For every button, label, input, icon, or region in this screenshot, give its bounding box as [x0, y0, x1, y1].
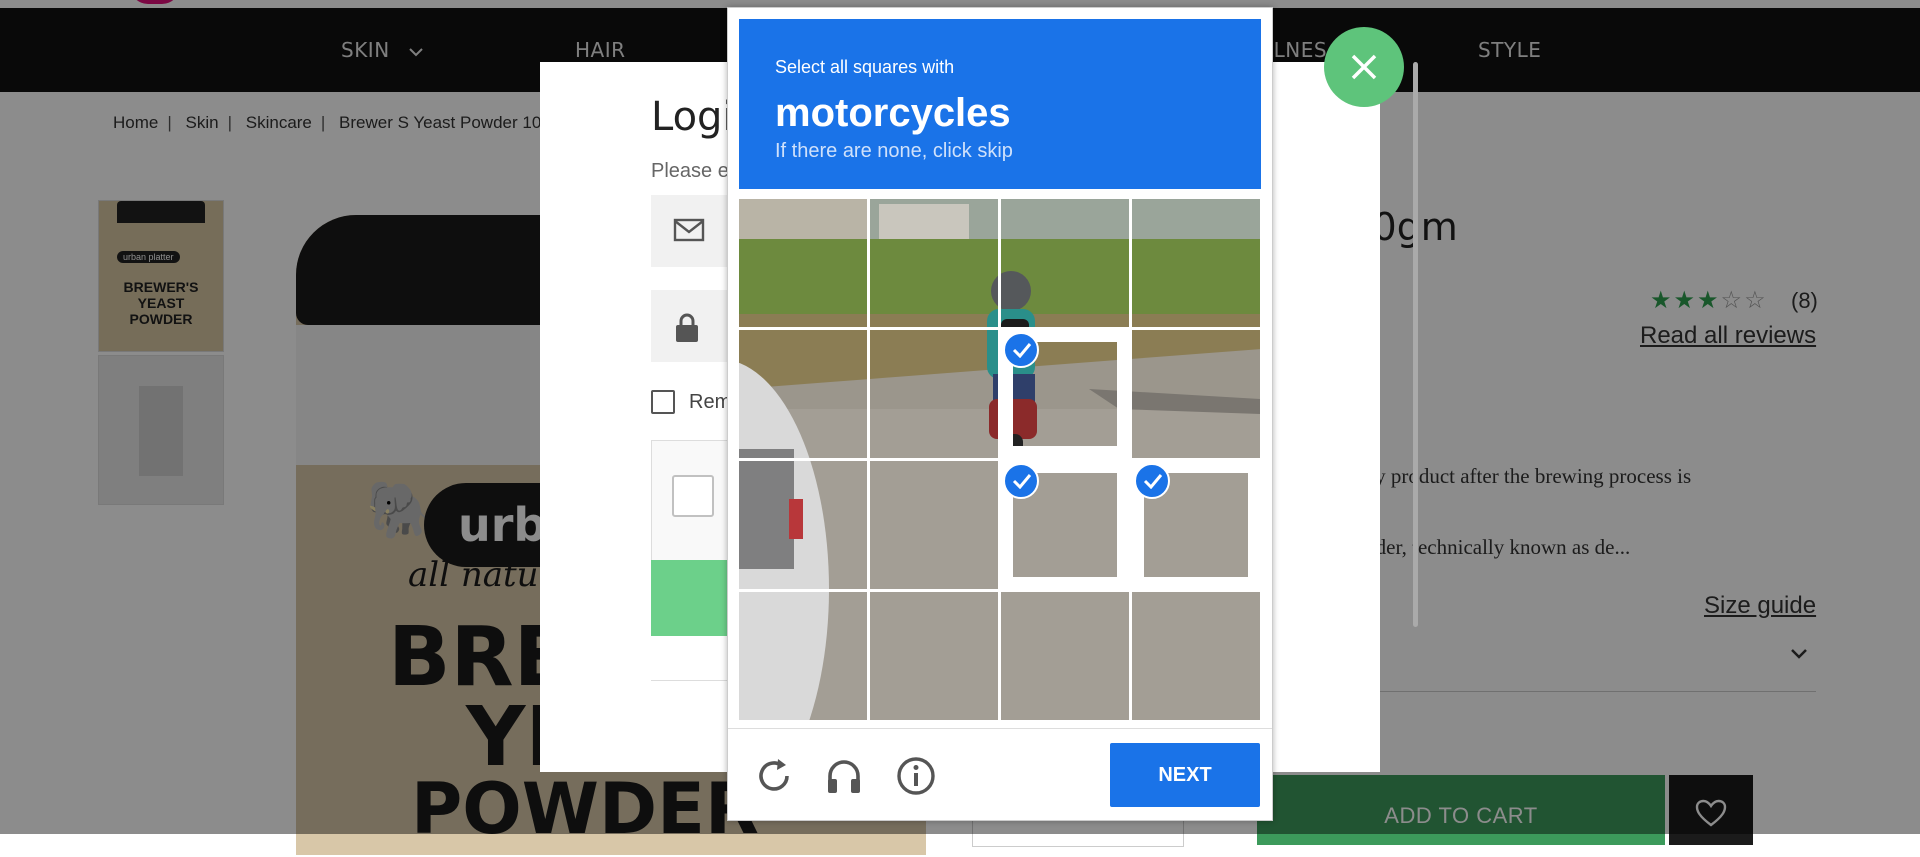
modal-scrollbar[interactable]: [1413, 62, 1418, 627]
close-button[interactable]: [1324, 27, 1404, 107]
captcha-target: motorcycles: [775, 91, 1011, 135]
next-button[interactable]: NEXT: [1110, 743, 1260, 807]
reload-icon[interactable]: [754, 756, 794, 796]
captcha-tile[interactable]: [1132, 592, 1260, 720]
captcha-tile[interactable]: [1132, 330, 1260, 458]
remember-me[interactable]: Rem: [651, 390, 731, 414]
login-title: Logi: [651, 94, 734, 140]
captcha-hint: If there are none, click skip: [775, 140, 1013, 162]
captcha-tile[interactable]: [870, 199, 998, 327]
info-icon[interactable]: [896, 756, 936, 796]
captcha-tile[interactable]: [739, 592, 867, 720]
captcha-tile[interactable]: [1001, 592, 1129, 720]
captcha-prompt: Select all squares with: [775, 57, 955, 77]
recaptcha-checkbox[interactable]: [672, 475, 714, 517]
captcha-tile[interactable]: [739, 199, 867, 327]
captcha-tile[interactable]: [870, 461, 998, 589]
lock-icon: [676, 313, 698, 342]
captcha-tile[interactable]: [1001, 461, 1129, 589]
checkmark-icon: [1003, 463, 1039, 499]
checkmark-icon: [1134, 463, 1170, 499]
login-subtitle: Please e: [651, 160, 729, 182]
captcha-tile[interactable]: [870, 592, 998, 720]
captcha-tile[interactable]: [739, 330, 867, 458]
captcha-grid: [739, 199, 1261, 721]
remember-label: Rem: [689, 390, 732, 413]
mail-icon: [673, 218, 705, 242]
captcha-tile[interactable]: [1001, 199, 1129, 327]
divider: [728, 728, 1272, 729]
remember-checkbox[interactable]: [651, 390, 675, 414]
audio-icon[interactable]: [824, 756, 864, 796]
captcha-tile[interactable]: [739, 461, 867, 589]
close-icon: [1351, 54, 1377, 80]
captcha-tile[interactable]: [1001, 330, 1129, 458]
captcha-header: Select all squares with motorcycles If t…: [739, 19, 1261, 189]
captcha-tile[interactable]: [870, 330, 998, 458]
checkmark-icon: [1003, 332, 1039, 368]
captcha-challenge: Select all squares with motorcycles If t…: [727, 7, 1273, 821]
captcha-tile[interactable]: [1132, 461, 1260, 589]
captcha-tile[interactable]: [1132, 199, 1260, 327]
